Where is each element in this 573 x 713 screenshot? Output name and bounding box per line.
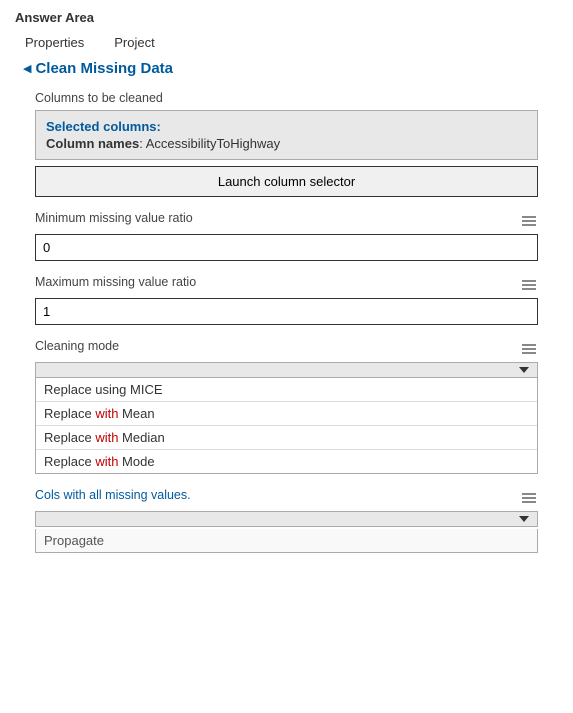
nav-properties[interactable]: Properties [25, 35, 84, 50]
max-missing-menu-icon[interactable] [520, 278, 538, 292]
selected-columns-title: Selected columns: [46, 119, 527, 134]
cleaning-mode-section: Cleaning mode Replace using MICE Replace… [35, 339, 538, 474]
cleaning-mode-dropdown-arrow-icon [519, 367, 529, 373]
cleaning-mode-dropdown-list: Replace using MICE Replace with Mean Rep… [35, 378, 538, 474]
answer-area: Answer Area Properties Project ◀ Clean M… [0, 0, 573, 577]
selected-columns-box: Selected columns: Column names: Accessib… [35, 110, 538, 160]
cols-missing-section: Cols with all missing values. Propagate [35, 488, 538, 553]
min-missing-field-group: Minimum missing value ratio [35, 211, 538, 261]
dropdown-item-mice[interactable]: Replace using MICE [36, 378, 537, 402]
max-missing-input[interactable] [35, 298, 538, 325]
collapse-arrow-icon[interactable]: ◀ [23, 62, 31, 75]
cols-missing-dropdown-arrow-icon [519, 516, 529, 522]
top-nav: Properties Project [15, 31, 558, 54]
column-names-value: AccessibilityToHighway [146, 136, 280, 151]
answer-area-title: Answer Area [15, 10, 558, 25]
content-area: Columns to be cleaned Selected columns: … [15, 91, 558, 553]
min-missing-label: Minimum missing value ratio [35, 211, 193, 225]
section-header: ◀ Clean Missing Data [15, 60, 558, 77]
propagate-text: Propagate [44, 533, 104, 548]
section-title: Clean Missing Data [35, 60, 173, 77]
cleaning-mode-label: Cleaning mode [35, 339, 119, 353]
max-missing-field-group: Maximum missing value ratio [35, 275, 538, 325]
cols-missing-dropdown-header[interactable] [35, 511, 538, 527]
propagate-row: Propagate [35, 529, 538, 553]
columns-label: Columns to be cleaned [35, 91, 538, 105]
columns-field-group: Columns to be cleaned Selected columns: … [35, 91, 538, 197]
column-names-row: Column names: AccessibilityToHighway [46, 136, 527, 151]
cols-missing-label: Cols with all missing values. [35, 488, 191, 502]
max-missing-label: Maximum missing value ratio [35, 275, 196, 289]
dropdown-item-mode[interactable]: Replace with Mode [36, 450, 537, 473]
min-missing-input[interactable] [35, 234, 538, 261]
launch-column-selector-button[interactable]: Launch column selector [35, 166, 538, 197]
dropdown-item-median[interactable]: Replace with Median [36, 426, 537, 450]
cleaning-mode-dropdown-header[interactable] [35, 362, 538, 378]
nav-project[interactable]: Project [114, 35, 154, 50]
min-missing-menu-icon[interactable] [520, 214, 538, 228]
cols-missing-menu-icon[interactable] [520, 491, 538, 505]
cleaning-mode-menu-icon[interactable] [520, 342, 538, 356]
dropdown-item-mean[interactable]: Replace with Mean [36, 402, 537, 426]
column-names-label: Column names [46, 136, 139, 151]
